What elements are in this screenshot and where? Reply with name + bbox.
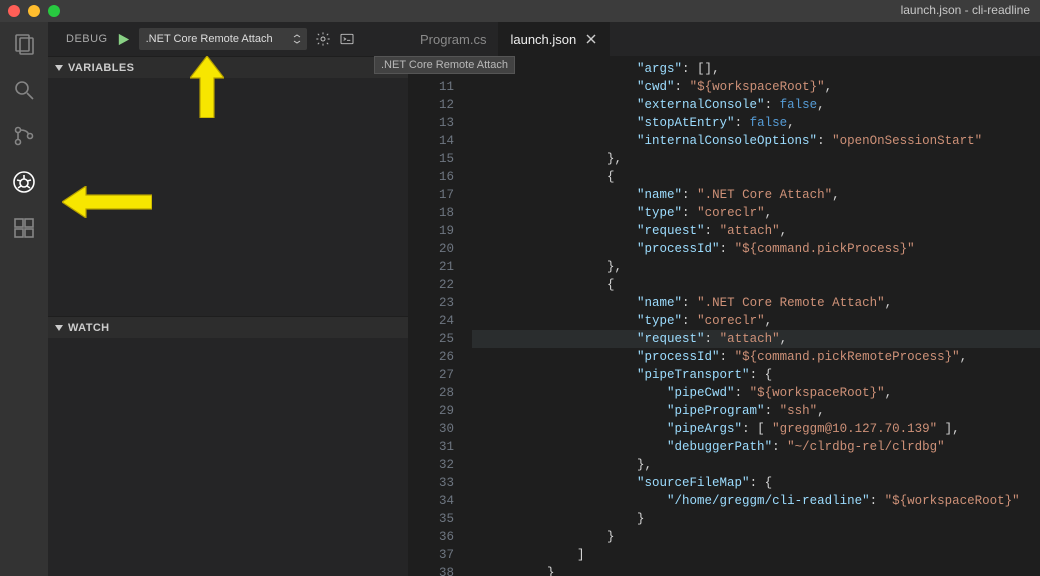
extensions-icon[interactable]	[10, 214, 38, 242]
twistie-down-icon	[54, 323, 64, 333]
variables-section-label: VARIABLES	[68, 62, 134, 74]
variables-section-body	[48, 78, 408, 316]
code-content[interactable]: "args": [], "cwd": "${workspaceRoot}", "…	[468, 56, 1040, 576]
code-editor[interactable]: 1011121314151617181920212223242526272829…	[408, 56, 1040, 576]
debug-config-select[interactable]: .NET Core Remote Attach	[139, 28, 307, 50]
source-control-icon[interactable]	[10, 122, 38, 150]
watch-section-header[interactable]: WATCH	[48, 316, 408, 338]
window-maximize-button[interactable]	[48, 5, 60, 17]
debug-config-select-wrap: .NET Core Remote Attach	[139, 28, 307, 50]
editor-area: Program.cs launch.json 10111213141516171…	[408, 22, 1040, 576]
tab-close-button[interactable]	[584, 32, 598, 46]
search-icon[interactable]	[10, 76, 38, 104]
tab-label: Program.cs	[420, 32, 486, 47]
watch-section-label: WATCH	[68, 322, 110, 334]
watch-section-body	[48, 338, 408, 576]
debug-settings-button[interactable]	[315, 31, 331, 47]
debug-console-button[interactable]	[339, 31, 355, 47]
variables-section-header[interactable]: VARIABLES	[48, 56, 408, 78]
debug-header-label: DEBUG	[66, 33, 108, 45]
window-controls	[8, 5, 60, 17]
activity-bar	[0, 22, 48, 576]
line-number-gutter: 1011121314151617181920212223242526272829…	[408, 56, 468, 576]
debug-sidebar: DEBUG .NET Core Remote Attach .NET Core …	[48, 22, 408, 576]
debug-toolbar: DEBUG .NET Core Remote Attach	[48, 22, 408, 56]
start-debug-button[interactable]	[116, 32, 131, 47]
debug-config-tooltip: .NET Core Remote Attach	[374, 56, 515, 74]
twistie-down-icon	[54, 63, 64, 73]
window-titlebar: launch.json - cli-readline	[0, 0, 1040, 22]
window-title: launch.json - cli-readline	[901, 3, 1030, 17]
window-minimize-button[interactable]	[28, 5, 40, 17]
tab-launch-json[interactable]: launch.json	[498, 22, 610, 56]
explorer-icon[interactable]	[10, 30, 38, 58]
debug-icon[interactable]	[10, 168, 38, 196]
tab-program-cs[interactable]: Program.cs	[408, 22, 498, 56]
editor-tab-bar: Program.cs launch.json	[408, 22, 1040, 56]
window-close-button[interactable]	[8, 5, 20, 17]
tab-label: launch.json	[510, 32, 576, 47]
